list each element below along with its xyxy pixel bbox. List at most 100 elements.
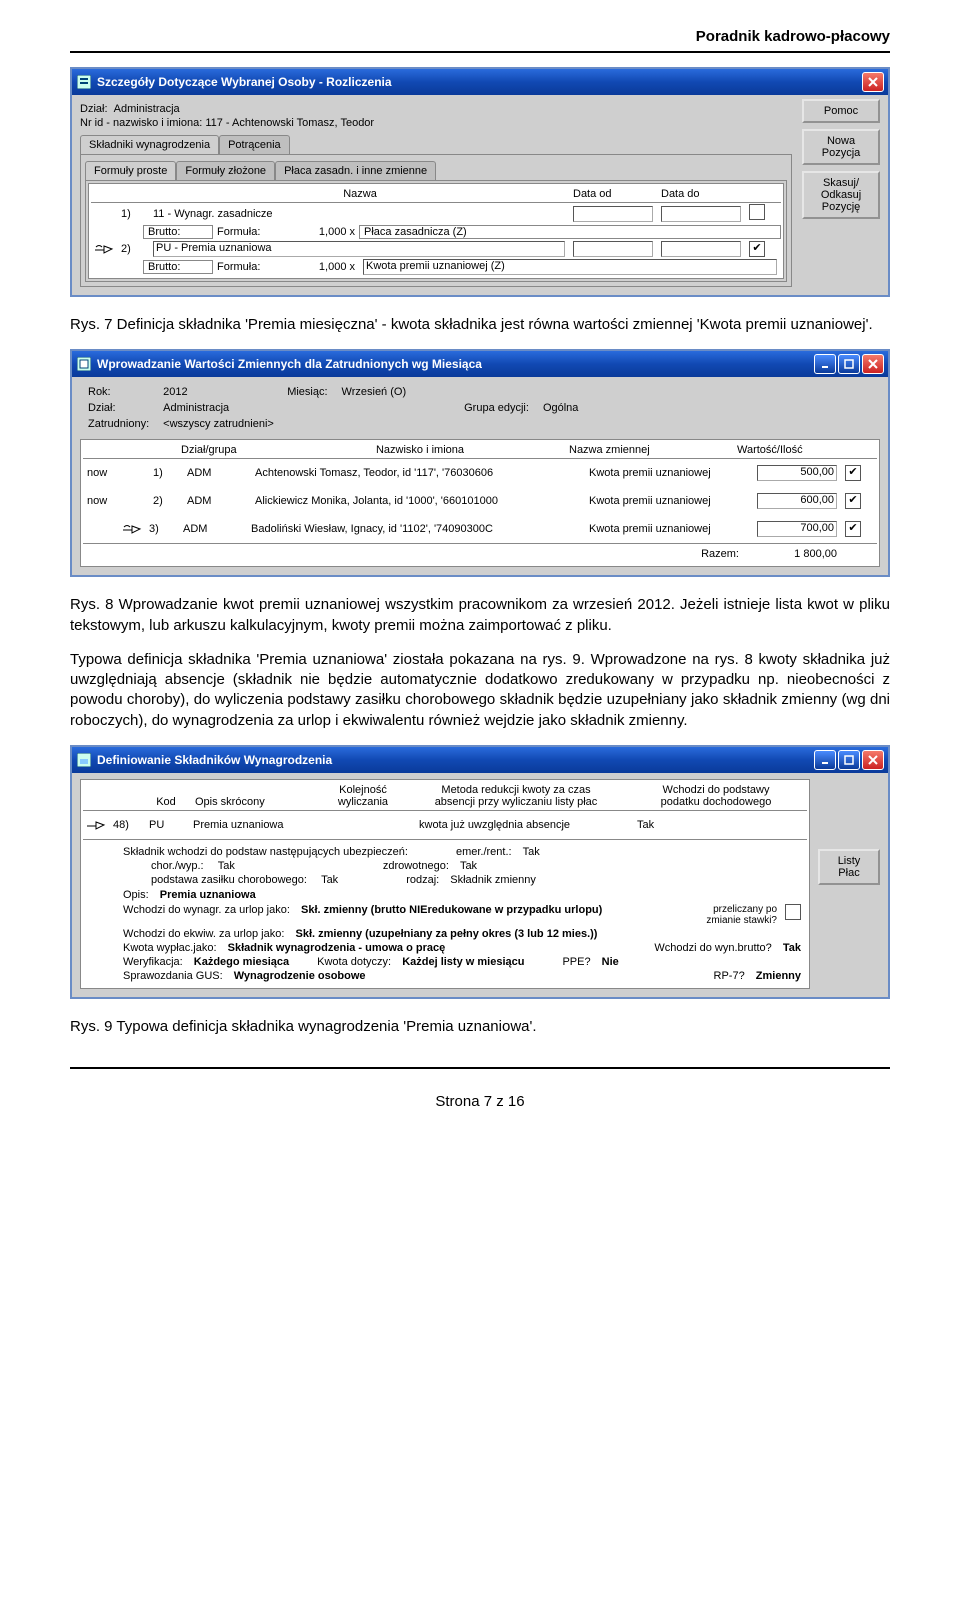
przelicz-label: przeliczany po zmianie stawki? — [706, 904, 777, 926]
rodzaj-label: rodzaj: — [406, 874, 439, 886]
razem-label: Razem: — [697, 548, 743, 560]
window-rozliczenia: Szczegóły Dotyczące Wybranej Osoby - Roz… — [70, 67, 890, 297]
opis-value: Premia uznaniowa — [160, 889, 256, 901]
row-checkbox[interactable]: ✔ — [749, 241, 765, 257]
col-data-od: Data od — [569, 188, 657, 200]
urlop-value: Skł. zmienny (brutto NIEredukowane w prz… — [301, 904, 602, 916]
date-do-input[interactable] — [661, 241, 741, 257]
nrid-value: 117 - Achtenowski Tomasz, Teodor — [205, 117, 374, 129]
col-podstawa: Wchodzi do podstawy podatku dochodowego — [625, 784, 807, 808]
chor-value: Tak — [218, 860, 235, 872]
filter-info: Rok:2012 Miesiąc:Wrzesień (O) Dział:Admi… — [80, 383, 586, 433]
minimize-icon[interactable] — [814, 750, 836, 770]
brutto-label: Brutto: — [143, 225, 213, 239]
date-od-input[interactable] — [573, 241, 653, 257]
brutto-label: Brutto: — [143, 260, 213, 274]
nowa-pozycja-button[interactable]: Nowa Pozycja — [802, 129, 880, 165]
close-icon[interactable] — [862, 72, 884, 92]
row-checkbox[interactable]: ✔ — [845, 521, 861, 537]
wyn-brutto-label: Wchodzi do wyn.brutto? — [654, 942, 771, 954]
formula-value: Płaca zasadnicza (Z) — [359, 225, 781, 239]
col-data-do: Data do — [657, 188, 745, 200]
kod-input[interactable]: PU - Premia uznaniowa — [153, 241, 565, 257]
tab-placa-zasadn[interactable]: Płaca zasadn. i inne zmienne — [275, 161, 436, 180]
tab-skladniki[interactable]: Składniki wynagrodzenia — [80, 135, 219, 154]
col-opis: Opis skrócony — [191, 796, 319, 808]
weryf-value: Każdego miesiąca — [194, 956, 289, 968]
emer-label: emer./rent.: — [456, 846, 512, 858]
paragraph-def: Typowa definicja składnika 'Premia uznan… — [70, 650, 890, 731]
formula-input[interactable]: Kwota premii uznaniowej (Z) — [363, 259, 777, 275]
rp7-label: RP-7? — [714, 970, 745, 982]
col-nazwisko: Nazwisko i imiona — [275, 444, 565, 456]
window-title: Wprowadzanie Wartości Zmiennych dla Zatr… — [97, 357, 814, 371]
table-row: 1) 11 - Wynagr. zasadnicze — [91, 203, 781, 224]
col-wartosc: Wartość/Ilość — [733, 444, 841, 456]
rp7-value: Zmienny — [756, 970, 801, 982]
col-nazwa: Nazwa — [151, 188, 569, 200]
hand-icon — [83, 817, 109, 833]
caption-rys7: Rys. 7 Definicja składnika 'Premia miesi… — [70, 315, 890, 335]
zdrow-value: Tak — [460, 860, 477, 872]
maximize-icon[interactable] — [838, 354, 860, 374]
razem-value: 1 800,00 — [743, 548, 841, 560]
kwota-wyplac-value: Składnik wynagrodzenia - umowa o pracę — [228, 942, 446, 954]
col-kod: Kod — [141, 796, 191, 808]
window-title: Szczegóły Dotyczące Wybranej Osoby - Roz… — [97, 75, 862, 89]
window-title: Definiowanie Składników Wynagrodzenia — [97, 753, 814, 767]
formula-label: Formuła: — [213, 261, 281, 273]
table-row: now 1) ADM Achtenowski Tomasz, Teodor, i… — [83, 459, 877, 487]
col-dzial-grupa: Dział/grupa — [177, 444, 275, 456]
listy-plac-button[interactable]: Listy Płac — [818, 849, 880, 885]
col-nazwa-zm: Nazwa zmiennej — [565, 444, 733, 456]
window-wprowadzanie: Wprowadzanie Wartości Zmiennych dla Zatr… — [70, 349, 890, 577]
paragraph-rys8: Rys. 8 Wprowadzanie kwot premii uznaniow… — [70, 595, 890, 636]
formula-mult: 1,000 x — [281, 226, 359, 238]
podst-zas-label: podstawa zasiłku chorobowego: — [151, 874, 307, 886]
table-row: 48) PU Premia uznaniowa kwota już uwzglę… — [83, 811, 807, 839]
tab-potracenia[interactable]: Potrącenia — [219, 135, 290, 154]
wyn-brutto-value: Tak — [783, 942, 801, 954]
rodzaj-value: Składnik zmienny — [450, 874, 536, 886]
col-kolejnosc: Kolejność wyliczania — [319, 784, 407, 808]
col-metoda: Metoda redukcji kwoty za czas absencji p… — [407, 784, 625, 808]
kwota-wyplac-label: Kwota wypłac.jako: — [123, 942, 217, 954]
hand-icon — [91, 241, 117, 257]
dzial-label: Dział: — [80, 103, 108, 115]
close-icon[interactable] — [862, 354, 884, 374]
date-do-input[interactable] — [661, 206, 741, 222]
tab-formuly-zlozone[interactable]: Formuły złożone — [176, 161, 275, 180]
table-row: now 2) ADM Alickiewicz Monika, Jolanta, … — [83, 487, 877, 515]
value-input[interactable]: 500,00 — [757, 465, 837, 481]
row-number: 1) — [117, 208, 149, 220]
window-definiowanie: Definiowanie Składników Wynagrodzenia Li… — [70, 745, 890, 999]
value-input[interactable]: 600,00 — [757, 493, 837, 509]
maximize-icon[interactable] — [838, 750, 860, 770]
ppe-label: PPE? — [562, 956, 590, 968]
date-od-input[interactable] — [573, 206, 653, 222]
podst-zas-value: Tak — [321, 874, 338, 886]
page-header: Poradnik kadrowo-płacowy — [70, 28, 890, 45]
close-icon[interactable] — [862, 750, 884, 770]
minimize-icon[interactable] — [814, 354, 836, 374]
skasuj-button[interactable]: Skasuj/ Odkasuj Pozycję — [802, 171, 880, 219]
app-icon — [76, 74, 92, 90]
row-checkbox[interactable]: ✔ — [845, 493, 861, 509]
app-icon — [76, 356, 92, 372]
tab-formuly-proste[interactable]: Formuły proste — [85, 161, 176, 180]
row-number: 2) — [117, 243, 149, 255]
row-checkbox[interactable]: ✔ — [845, 465, 861, 481]
pomoc-button[interactable]: Pomoc — [802, 99, 880, 123]
formula-mult: 1,000 x — [281, 261, 359, 273]
app-icon — [76, 752, 92, 768]
row-checkbox[interactable] — [749, 204, 765, 220]
caption-rys9: Rys. 9 Typowa definicja składnika wynagr… — [70, 1017, 890, 1037]
chor-label: chor./wyp.: — [151, 860, 204, 872]
opis-label: Opis: — [123, 889, 149, 901]
gus-label: Sprawozdania GUS: — [123, 970, 223, 982]
ekwiw-value: Skł. zmienny (uzupełniany za pełny okres… — [295, 928, 597, 940]
table-row: 3) ADM Badoliński Wiesław, Ignacy, id '1… — [83, 515, 877, 543]
value-input[interactable]: 700,00 — [757, 521, 837, 537]
footer-rule — [70, 1067, 890, 1069]
przelicz-checkbox[interactable] — [785, 904, 801, 920]
